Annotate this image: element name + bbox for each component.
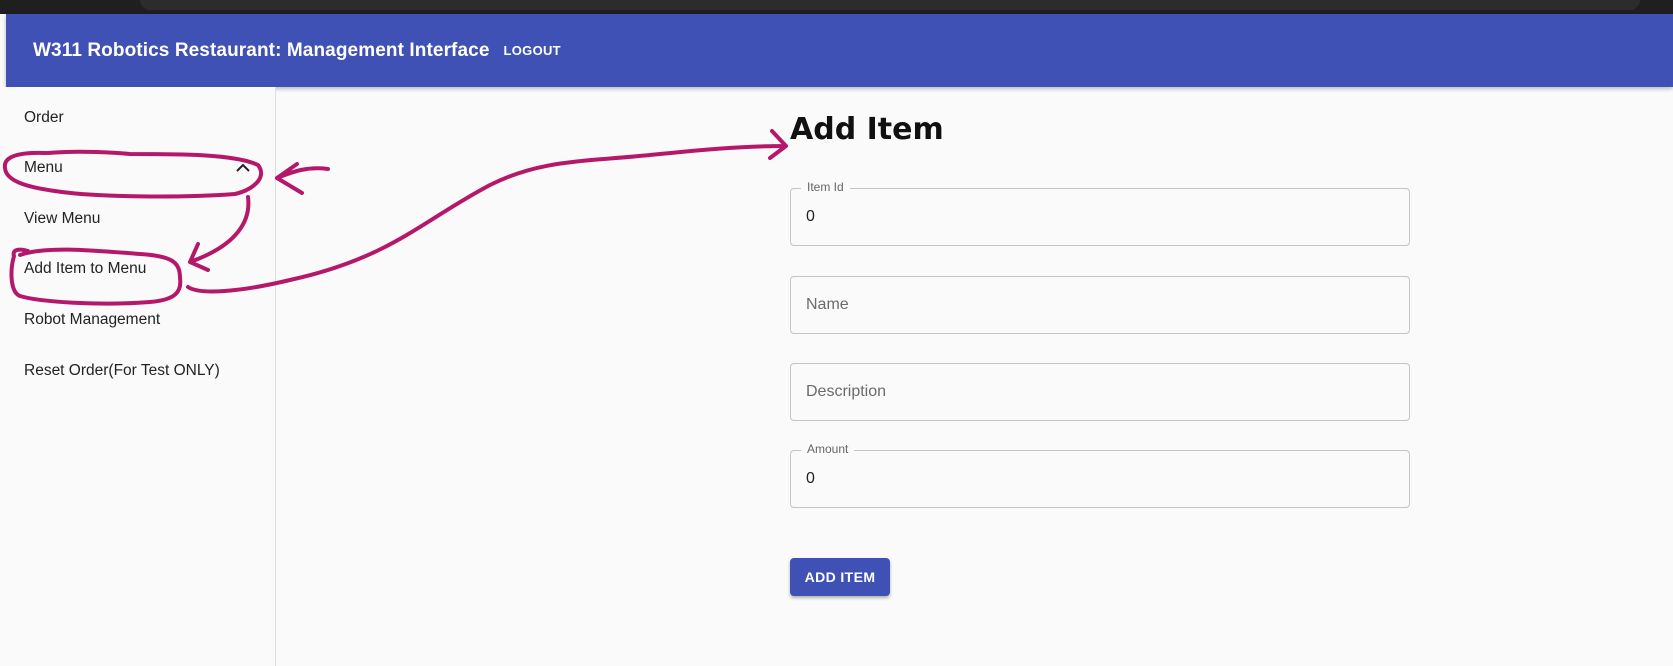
browser-top-strip [0, 0, 1673, 14]
sidebar-item-label: Menu [24, 159, 63, 176]
sidebar: Order Menu View Menu Add Item to Menu Ro… [0, 87, 276, 666]
item-id-field: Item Id [790, 180, 1410, 246]
sidebar-item-menu[interactable]: Menu [0, 143, 275, 193]
sidebar-item-label: Add Item to Menu [24, 260, 147, 277]
sidebar-item-add-item-to-menu[interactable]: Add Item to Menu [0, 244, 275, 294]
description-field [790, 363, 1410, 421]
sidebar-item-robot-management[interactable]: Robot Management [0, 295, 275, 345]
sidebar-item-view-menu[interactable]: View Menu [0, 194, 275, 244]
add-item-button[interactable]: ADD ITEM [790, 558, 890, 596]
name-input[interactable] [806, 277, 1396, 333]
description-input[interactable] [806, 364, 1396, 420]
browser-address-bar[interactable] [140, 0, 1640, 10]
item-id-input[interactable] [806, 189, 1396, 245]
chevron-up-icon[interactable] [233, 158, 253, 178]
sidebar-item-label: Robot Management [24, 311, 161, 328]
app-bar: W311 Robotics Restaurant: Management Int… [6, 14, 1673, 87]
sidebar-item-order[interactable]: Order [0, 93, 275, 143]
logout-button[interactable]: LOGOUT [500, 37, 565, 64]
amount-field: Amount [790, 442, 1410, 508]
sidebar-item-reset-order[interactable]: Reset Order(For Test ONLY) [0, 346, 275, 396]
sidebar-item-label: Reset Order(For Test ONLY) [24, 362, 220, 379]
sidebar-item-label: View Menu [24, 210, 101, 227]
name-field [790, 276, 1410, 334]
page-title: Add Item [790, 112, 944, 147]
amount-input[interactable] [806, 451, 1396, 507]
app-title: W311 Robotics Restaurant: Management Int… [33, 39, 490, 61]
sidebar-item-label: Order [24, 109, 64, 126]
